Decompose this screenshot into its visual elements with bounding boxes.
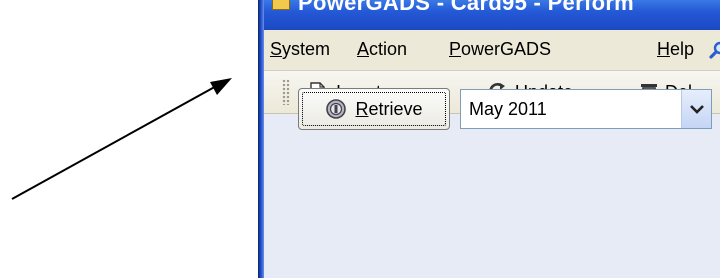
client-area: System Action PowerGADS Help Insert: [264, 30, 720, 278]
menu-bar: System Action PowerGADS Help: [264, 30, 720, 71]
retrieve-icon: [326, 99, 347, 119]
menu-action-label: ction: [369, 39, 408, 59]
retrieve-mnemonic: R: [355, 98, 369, 119]
retrieve-label: etrieve: [368, 98, 423, 119]
period-value: May 2011: [469, 99, 547, 119]
period-dropdown[interactable]: May 2011: [460, 89, 712, 129]
app-icon: [272, 0, 290, 10]
menu-action-mnemonic: A: [357, 39, 370, 59]
retrieve-button[interactable]: Retrieve: [298, 88, 450, 130]
app-window: PowerGADS - Card95 - Perform System Acti…: [258, 0, 720, 278]
menu-system-label: ystem: [282, 39, 331, 59]
menu-system[interactable]: System: [270, 39, 330, 60]
title-bar[interactable]: PowerGADS - Card95 - Perform: [264, 0, 720, 30]
menu-action[interactable]: Action: [357, 39, 407, 60]
window-title: PowerGADS - Card95 - Perform: [298, 0, 635, 15]
menu-powergads[interactable]: PowerGADS: [449, 39, 551, 60]
menu-system-mnemonic: S: [270, 39, 283, 59]
menu-powergads-mnemonic: P: [449, 39, 462, 59]
chevron-down-icon: [689, 105, 704, 114]
content-panel: [264, 114, 720, 278]
toolbar-grip[interactable]: [282, 79, 290, 105]
magnifier-icon[interactable]: [709, 41, 720, 59]
menu-help-label: elp: [670, 39, 695, 59]
menu-help-mnemonic: H: [657, 39, 670, 59]
menu-powergads-label: owerGADS: [461, 39, 552, 59]
dropdown-button[interactable]: [681, 90, 711, 128]
menu-help[interactable]: Help: [657, 39, 694, 60]
